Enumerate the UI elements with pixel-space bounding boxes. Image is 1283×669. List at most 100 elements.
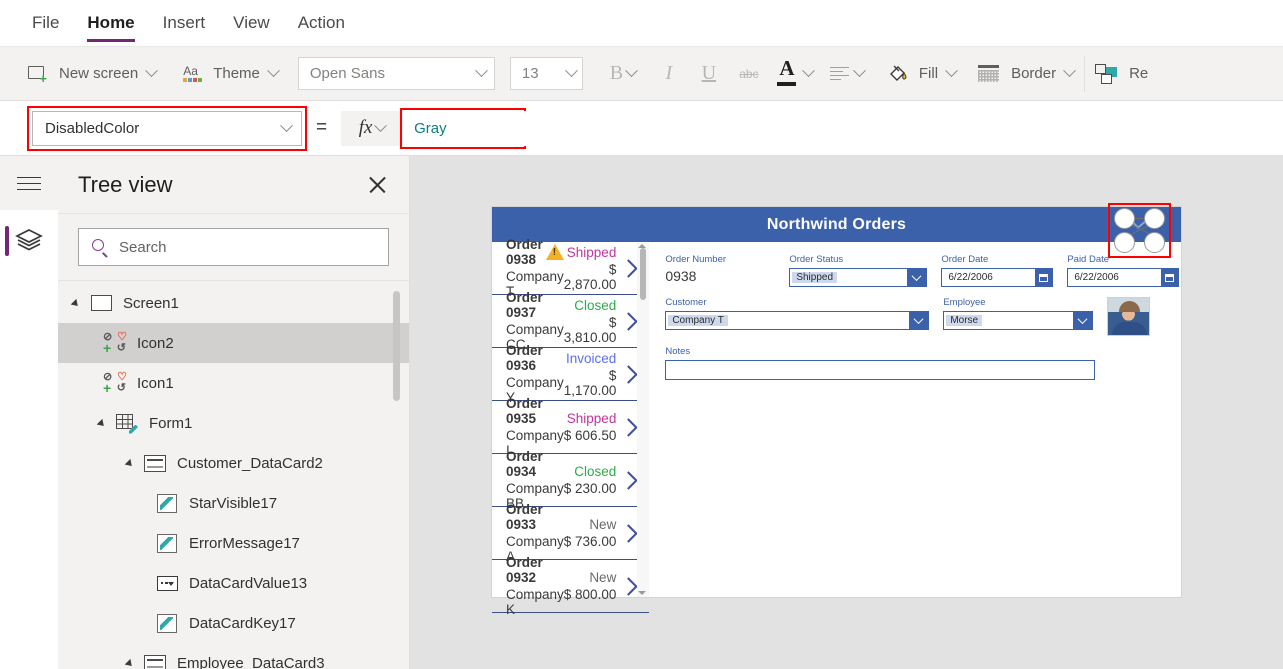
gallery-scrollbar-thumb[interactable]	[640, 248, 647, 300]
font-size-select[interactable]: 13	[509, 57, 583, 90]
theme-button[interactable]: Aa Theme	[182, 54, 280, 94]
screen-icon	[88, 295, 114, 311]
search-input[interactable]	[119, 238, 319, 256]
tree-item-errormessage17[interactable]: ErrorMessage17	[58, 523, 409, 563]
order-status-dropdown[interactable]: Shipped	[789, 268, 928, 287]
customer-value: Company T	[668, 315, 728, 326]
bold-label: B	[609, 62, 624, 84]
resize-handle-top-left[interactable]	[1114, 208, 1135, 229]
chevron-right-icon[interactable]	[619, 258, 639, 278]
chevron-down-icon	[1063, 64, 1076, 78]
order-list-item[interactable]: Order 0938 Company T Shipped $ 2,870.00	[492, 237, 650, 299]
twisty-expanded-icon[interactable]	[98, 417, 110, 429]
tree-item-label: Icon2	[137, 334, 174, 352]
property-select[interactable]: DisabledColor	[27, 105, 307, 151]
chevron-right-icon[interactable]	[619, 417, 639, 437]
twisty-expanded-icon[interactable]	[126, 657, 138, 669]
chevron-down-icon[interactable]	[907, 269, 927, 286]
chevron-right-icon[interactable]	[619, 470, 639, 490]
italic-label: I	[665, 62, 673, 84]
chevron-down-icon	[565, 64, 578, 78]
underline-button[interactable]: U	[689, 55, 729, 93]
chevron-down-icon	[280, 118, 293, 132]
italic-button[interactable]: I	[649, 55, 689, 93]
align-button[interactable]	[821, 55, 873, 93]
scroll-down-icon[interactable]	[638, 591, 647, 595]
order-date-picker[interactable]: 6/22/2006	[941, 268, 1054, 287]
font-color-button[interactable]: A	[769, 55, 821, 93]
font-size-value: 13	[521, 65, 539, 82]
menu-item-insert[interactable]: Insert	[163, 0, 206, 47]
menu-item-view[interactable]: View	[233, 0, 270, 47]
menu-item-action[interactable]: Action	[298, 0, 345, 47]
bold-button[interactable]: B	[597, 55, 649, 93]
reorder-label: Re	[1129, 65, 1149, 82]
strikethrough-button[interactable]: abc	[729, 55, 769, 93]
twisty-expanded-icon[interactable]	[126, 457, 138, 469]
tree-item-employee-datacard3[interactable]: Employee_DataCard3	[58, 643, 409, 669]
paid-date-picker[interactable]: 6/22/2006	[1067, 268, 1180, 287]
hamburger-menu-button[interactable]	[0, 156, 58, 210]
tree-scrollbar-thumb[interactable]	[393, 291, 400, 401]
chevron-down-icon	[802, 64, 816, 78]
fx-button[interactable]: fx	[341, 110, 404, 146]
customer-dropdown[interactable]: Company T	[665, 311, 930, 330]
edit-label-icon	[154, 493, 180, 513]
order-list-item[interactable]: Order 0936 Company Y Invoiced $ 1,170.00	[492, 343, 650, 405]
tree-item-datacardvalue13[interactable]: DataCardValue13	[58, 563, 409, 603]
employee-dropdown[interactable]: Morse	[943, 311, 1094, 330]
new-screen-button[interactable]: + New screen	[28, 54, 159, 94]
tree-item-icon1[interactable]: ⊘ ♡ + ↺ Icon1	[58, 363, 409, 403]
chevron-right-icon[interactable]	[619, 523, 639, 543]
chevron-down-icon[interactable]	[1073, 312, 1093, 329]
tree-item-label: Customer_DataCard2	[177, 454, 323, 472]
tree-item-starvisible17[interactable]: StarVisible17	[58, 483, 409, 523]
tree-item-icon2[interactable]: ⊘ ♡ + ↺ Icon2	[58, 323, 409, 363]
order-status: New	[589, 517, 617, 532]
search-box[interactable]	[78, 228, 389, 266]
order-list-item[interactable]: Order 0932 Company K New $ 800.00	[492, 555, 650, 617]
order-company: Company K	[506, 587, 564, 617]
border-label: Border	[1011, 65, 1057, 82]
menu-item-file[interactable]: File	[32, 0, 59, 47]
calendar-icon[interactable]	[1161, 269, 1179, 286]
tree-item-datacardkey17[interactable]: DataCardKey17	[58, 603, 409, 643]
chevron-right-icon[interactable]	[619, 364, 639, 384]
order-amount: $ 3,810.00	[563, 314, 617, 345]
twisty-expanded-icon[interactable]	[72, 297, 84, 309]
tree-item-form1[interactable]: Form1	[58, 403, 409, 443]
tree-item-customer-datacard2[interactable]: Customer_DataCard2	[58, 443, 409, 483]
close-icon[interactable]	[365, 172, 391, 198]
order-list-item[interactable]: Order 0935 Company I Shipped $ 606.50	[492, 396, 650, 458]
fill-button[interactable]: Fill	[887, 54, 958, 94]
formula-bar: DisabledColor = fx Gray	[0, 101, 1283, 156]
rail-item-tree-view[interactable]	[0, 210, 58, 272]
order-list-item[interactable]: Order 0933 Company A New $ 736.00	[492, 502, 650, 564]
menu-item-home[interactable]: Home	[87, 0, 135, 47]
font-family-select[interactable]: Open Sans	[297, 57, 495, 90]
new-screen-icon: +	[28, 65, 47, 85]
chevron-down-icon	[625, 64, 638, 78]
order-number: Order 0935	[506, 396, 543, 426]
formula-input[interactable]: Gray	[400, 107, 527, 149]
app-body: Order 0938 Company T Shipped $ 2,870.00	[492, 237, 1181, 617]
resize-handle-top-right[interactable]	[1144, 208, 1165, 229]
tree-view-title: Tree view	[78, 171, 173, 197]
order-amount: $ 606.50	[563, 428, 617, 443]
order-list-item[interactable]: Order 0934 Company BB Closed $ 230.00	[492, 449, 650, 511]
notes-input[interactable]	[665, 360, 1096, 380]
reorder-button[interactable]: Re	[1095, 54, 1153, 94]
tree-item-label: DataCardKey17	[189, 614, 296, 632]
order-list-item[interactable]: Order 0937 Company CC Closed $ 3,810.00	[492, 290, 650, 352]
border-button[interactable]: Border	[978, 54, 1076, 94]
chevron-right-icon[interactable]	[619, 576, 639, 596]
tree-item-screen1[interactable]: Screen1	[58, 283, 409, 323]
chevron-right-icon[interactable]	[619, 311, 639, 331]
fill-bucket-icon	[887, 63, 908, 84]
chevron-down-icon	[853, 64, 866, 78]
form-edit-icon	[114, 413, 140, 434]
chevron-down-icon[interactable]	[909, 312, 929, 329]
order-amount: $ 800.00	[563, 587, 617, 602]
app-header: Northwind Orders	[492, 203, 1181, 258]
calendar-icon[interactable]	[1035, 269, 1053, 286]
